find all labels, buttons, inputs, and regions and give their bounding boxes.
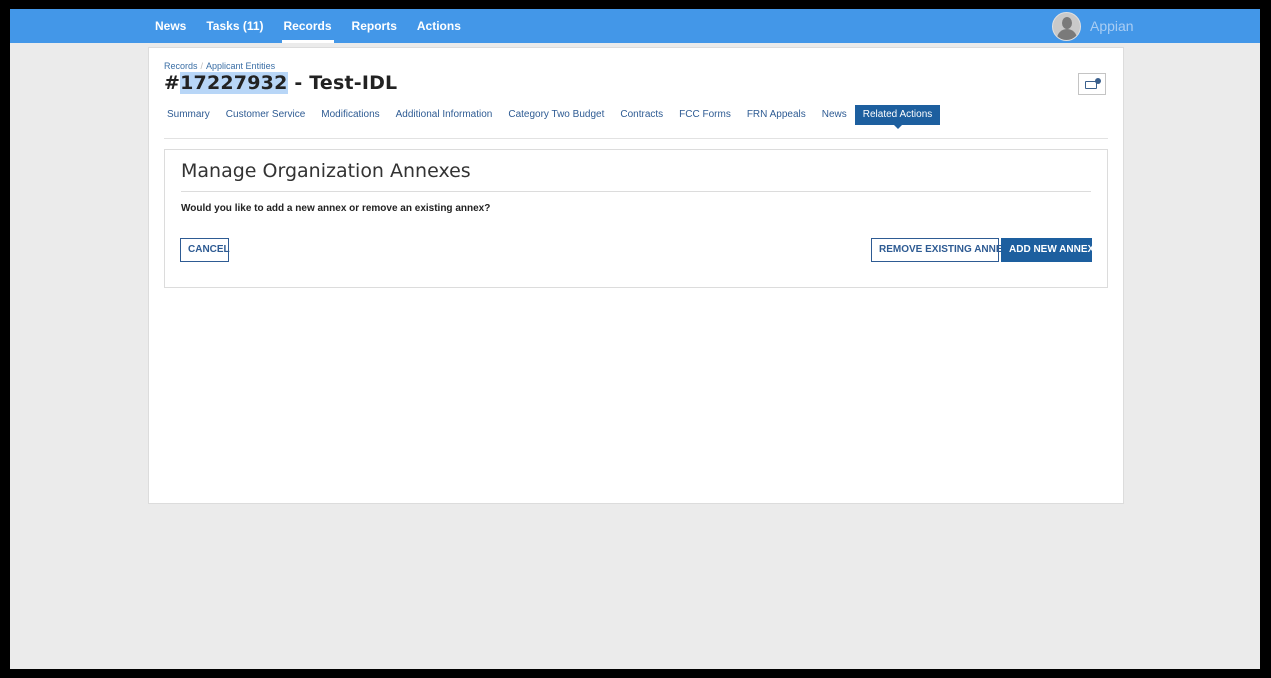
form-title: Manage Organization Annexes — [181, 160, 471, 182]
tab-fcc-forms[interactable]: FCC Forms — [671, 105, 739, 125]
page-title: #17227932 - Test-IDL — [164, 72, 397, 94]
avatar-body-icon — [1057, 29, 1077, 40]
breadcrumb-separator: / — [200, 61, 204, 71]
cancel-button[interactable]: CANCEL — [180, 238, 230, 262]
brand-link[interactable]: Appian — [1090, 9, 1134, 43]
manage-annexes-form: Manage Organization Annexes Would you li… — [164, 149, 1108, 288]
tab-contracts[interactable]: Contracts — [612, 105, 671, 125]
settings-dot-icon — [1095, 78, 1101, 84]
breadcrumb-records[interactable]: Records — [164, 61, 198, 71]
nav-reports[interactable]: Reports — [342, 9, 407, 43]
form-question: Would you like to add a new annex or rem… — [181, 203, 491, 214]
tab-summary[interactable]: Summary — [159, 105, 218, 125]
record-panel: Records / Applicant Entities #17227932 - T… — [148, 47, 1124, 504]
title-record-id: 17227932 — [180, 72, 288, 94]
add-new-annex-button[interactable]: ADD NEW ANNEX — [1001, 238, 1094, 262]
nav-tasks[interactable]: Tasks (11) — [196, 9, 273, 43]
record-tabs: Summary Customer Service Modifications A… — [159, 105, 941, 129]
tabs-divider — [164, 138, 1108, 139]
tab-additional-information[interactable]: Additional Information — [388, 105, 501, 125]
title-suffix: - Test-IDL — [287, 72, 398, 94]
form-title-divider — [181, 191, 1091, 192]
breadcrumb-applicant-entities[interactable]: Applicant Entities — [206, 61, 275, 71]
title-prefix: # — [164, 72, 181, 94]
top-navigation-bar: News Tasks (11) Records Reports Actions … — [10, 9, 1260, 43]
avatar-head-icon — [1062, 17, 1072, 29]
app-screen: News Tasks (11) Records Reports Actions … — [10, 9, 1260, 669]
breadcrumb: Records / Applicant Entities — [164, 61, 275, 71]
tab-frn-appeals[interactable]: FRN Appeals — [739, 105, 814, 125]
tab-category-two-budget[interactable]: Category Two Budget — [500, 105, 612, 125]
tab-modifications[interactable]: Modifications — [313, 105, 387, 125]
tab-news[interactable]: News — [814, 105, 855, 125]
record-view-icon[interactable] — [1078, 73, 1106, 95]
tab-customer-service[interactable]: Customer Service — [218, 105, 313, 125]
nav-actions[interactable]: Actions — [407, 9, 471, 43]
user-avatar[interactable] — [1052, 12, 1081, 41]
nav-records[interactable]: Records — [274, 9, 342, 43]
main-nav: News Tasks (11) Records Reports Actions — [145, 9, 471, 43]
remove-existing-annex-button[interactable]: REMOVE EXISTING ANNEX — [871, 238, 1009, 262]
tab-related-actions[interactable]: Related Actions — [854, 105, 941, 129]
nav-news[interactable]: News — [145, 9, 196, 43]
